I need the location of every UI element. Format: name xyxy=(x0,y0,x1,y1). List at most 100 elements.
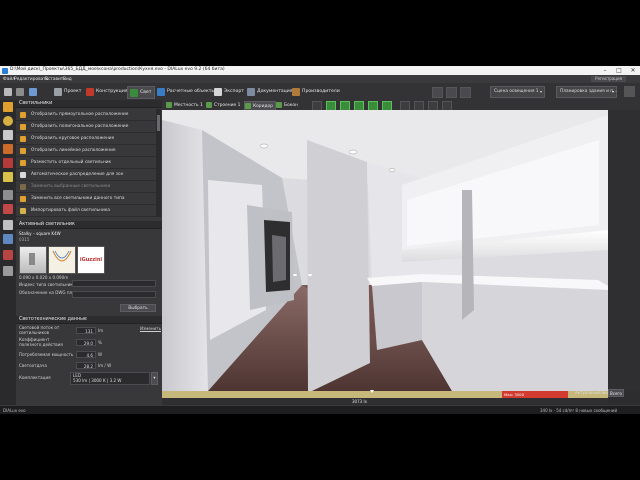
tab-terrain[interactable]: Местность 1 xyxy=(166,101,203,109)
efficiency-field[interactable]: 29.0 xyxy=(76,339,96,346)
tools-icon[interactable] xyxy=(3,190,13,200)
tab-calc-objects[interactable]: Расчетные объекты xyxy=(155,86,215,97)
list-item[interactable]: Заменить все светильники данного типа xyxy=(16,193,156,205)
designation-field[interactable] xyxy=(72,291,156,298)
lamp-field[interactable]: LED 530 lm | 3000 K | 3.2 W xyxy=(70,372,150,385)
tab-balcony[interactable]: Бокон xyxy=(276,101,298,109)
tab-export[interactable]: Экспорт xyxy=(212,86,244,97)
list-item[interactable]: Отобразить круговое расположение xyxy=(16,133,156,145)
view-tabs: Местность 1 Строение 1 Коридор Бокон xyxy=(162,100,640,111)
wrench-icon[interactable] xyxy=(3,130,13,140)
undo-button[interactable] xyxy=(2,86,14,97)
tab-export-label: Экспорт xyxy=(224,89,244,94)
emergency-light-icon[interactable] xyxy=(3,158,13,168)
list-item[interactable]: Импортировать файл светильника xyxy=(16,205,156,217)
light-scene-icon[interactable] xyxy=(3,144,13,154)
project-icon xyxy=(54,87,62,96)
tab-documentation[interactable]: Документация xyxy=(245,86,293,97)
scrollbar-thumb[interactable] xyxy=(157,115,160,131)
list-item-label: Автоматическое распределение для зон xyxy=(31,172,124,177)
lightbulb-icon[interactable] xyxy=(3,116,13,126)
chevron-down-icon: ▾ xyxy=(611,89,614,94)
3d-viewport[interactable] xyxy=(162,110,608,391)
list-item-label: Отобразить круговое расположение xyxy=(31,136,115,141)
redo-button[interactable] xyxy=(14,86,26,97)
circular-array-icon xyxy=(20,135,26,142)
close-button[interactable]: ✕ xyxy=(626,66,640,75)
toolbar-tool-1[interactable] xyxy=(432,87,443,98)
efficacy-label: Светоотдача xyxy=(19,363,47,368)
flux-field[interactable]: 131 xyxy=(76,327,96,334)
all-view-button[interactable]: Всего xyxy=(608,389,624,397)
tab-project-label: Проект xyxy=(64,89,82,94)
delete-icon[interactable] xyxy=(3,250,13,260)
list-item[interactable]: Разместить отдельный светильник xyxy=(16,157,156,169)
auto-distribute-icon xyxy=(20,171,26,178)
save-button[interactable] xyxy=(27,86,39,97)
list-item-label: Отобразить линейное расположение xyxy=(31,148,116,153)
list-item-label: Заменить все светильники данного типа xyxy=(31,196,125,201)
illuminance-marker[interactable] xyxy=(370,390,374,393)
right-side-strip xyxy=(608,110,640,391)
menu-bar: Файл Редактировать Вставить Вид Регистра… xyxy=(0,75,640,83)
settings-tool-icon[interactable] xyxy=(3,204,13,214)
flux-label: Световой поток от светильников xyxy=(19,325,60,335)
toolbar-tool-3[interactable] xyxy=(460,87,471,98)
app-icon xyxy=(2,67,8,74)
luminaire-tool-icon[interactable] xyxy=(3,102,13,112)
replace-icon xyxy=(20,183,26,190)
tab-building[interactable]: Строение 1 xyxy=(206,101,240,109)
grid-icon[interactable] xyxy=(3,266,13,276)
tab-construction-label: Конструкция xyxy=(96,89,128,94)
window-title: D:\Мой диск\_Проекты\365_БДД_мое\ксона\p… xyxy=(10,67,225,72)
letterbox-bottom xyxy=(0,414,640,480)
tab-light[interactable]: Свет xyxy=(127,86,156,99)
choose-button[interactable]: Выбрать xyxy=(120,304,156,312)
designation-label: Обозначение на DWG плане xyxy=(19,290,80,295)
list-item[interactable]: Отобразить полигональное расположение xyxy=(16,121,156,133)
register-button[interactable]: Регистрация xyxy=(591,76,626,82)
list-item-label: Импортировать файл светильника xyxy=(31,208,110,213)
tab-construction[interactable]: Конструкция xyxy=(84,86,128,97)
display-icon[interactable] xyxy=(624,86,635,97)
index-field[interactable] xyxy=(72,280,156,287)
layers-icon[interactable] xyxy=(3,234,13,244)
tab-light-label: Свет xyxy=(140,90,152,95)
list-item[interactable]: Отобразить линейное расположение xyxy=(16,145,156,157)
tab-project[interactable]: Проект xyxy=(52,86,81,97)
power-field[interactable]: 4.6 xyxy=(76,351,96,358)
modify-link[interactable]: Изменить xyxy=(140,326,161,331)
scene-select[interactable]: Сцена освещения 1 ▾ xyxy=(490,86,545,98)
list-item-label: Отобразить полигональное расположение xyxy=(31,124,129,129)
menu-view[interactable]: Вид xyxy=(63,77,72,82)
list-item[interactable]: Отобразить прямоугольное расположение xyxy=(16,109,156,121)
lamp-dropdown-button[interactable]: ▾ xyxy=(151,372,158,385)
minimize-button[interactable]: – xyxy=(598,66,612,75)
toolbar-tool-2[interactable] xyxy=(446,87,457,98)
polar-curve-icon xyxy=(52,250,72,262)
daylight-icon[interactable] xyxy=(3,172,13,182)
room-icon xyxy=(245,103,251,109)
efficiency-unit: % xyxy=(98,340,102,345)
flux-unit: lm xyxy=(98,328,104,333)
panel-scrollbar[interactable] xyxy=(156,109,161,217)
list-icon[interactable] xyxy=(3,220,13,230)
luminaire-shape xyxy=(29,253,35,265)
maximize-button[interactable]: □ xyxy=(612,66,626,75)
brand-logo-text: iGuzzini xyxy=(79,257,103,263)
balcony-icon xyxy=(276,102,282,108)
redo-icon xyxy=(16,87,24,96)
status-bar: DIALux evo 340 lx · 54 cd/m² 8 новых соо… xyxy=(0,405,640,414)
menu-edit[interactable]: Редактировать xyxy=(14,77,48,82)
index-label: Индекс типа светильника xyxy=(19,282,76,287)
efficacy-field[interactable]: 28.2 xyxy=(76,362,96,369)
brand-logo: iGuzzini xyxy=(77,246,105,274)
linear-array-icon xyxy=(20,147,26,154)
tab-balcony-label: Бокон xyxy=(284,102,298,108)
tab-manufacturers[interactable]: Производители xyxy=(290,86,340,97)
building-icon xyxy=(206,102,212,108)
list-item[interactable]: Автоматическое распределение для зон xyxy=(16,169,156,181)
lamp-values: 530 lm | 3000 K | 3.2 W xyxy=(73,378,122,383)
current-view-label: Актуальный вид xyxy=(575,390,610,395)
plan-select[interactable]: Планировка здания и п... ▾ xyxy=(556,86,617,98)
